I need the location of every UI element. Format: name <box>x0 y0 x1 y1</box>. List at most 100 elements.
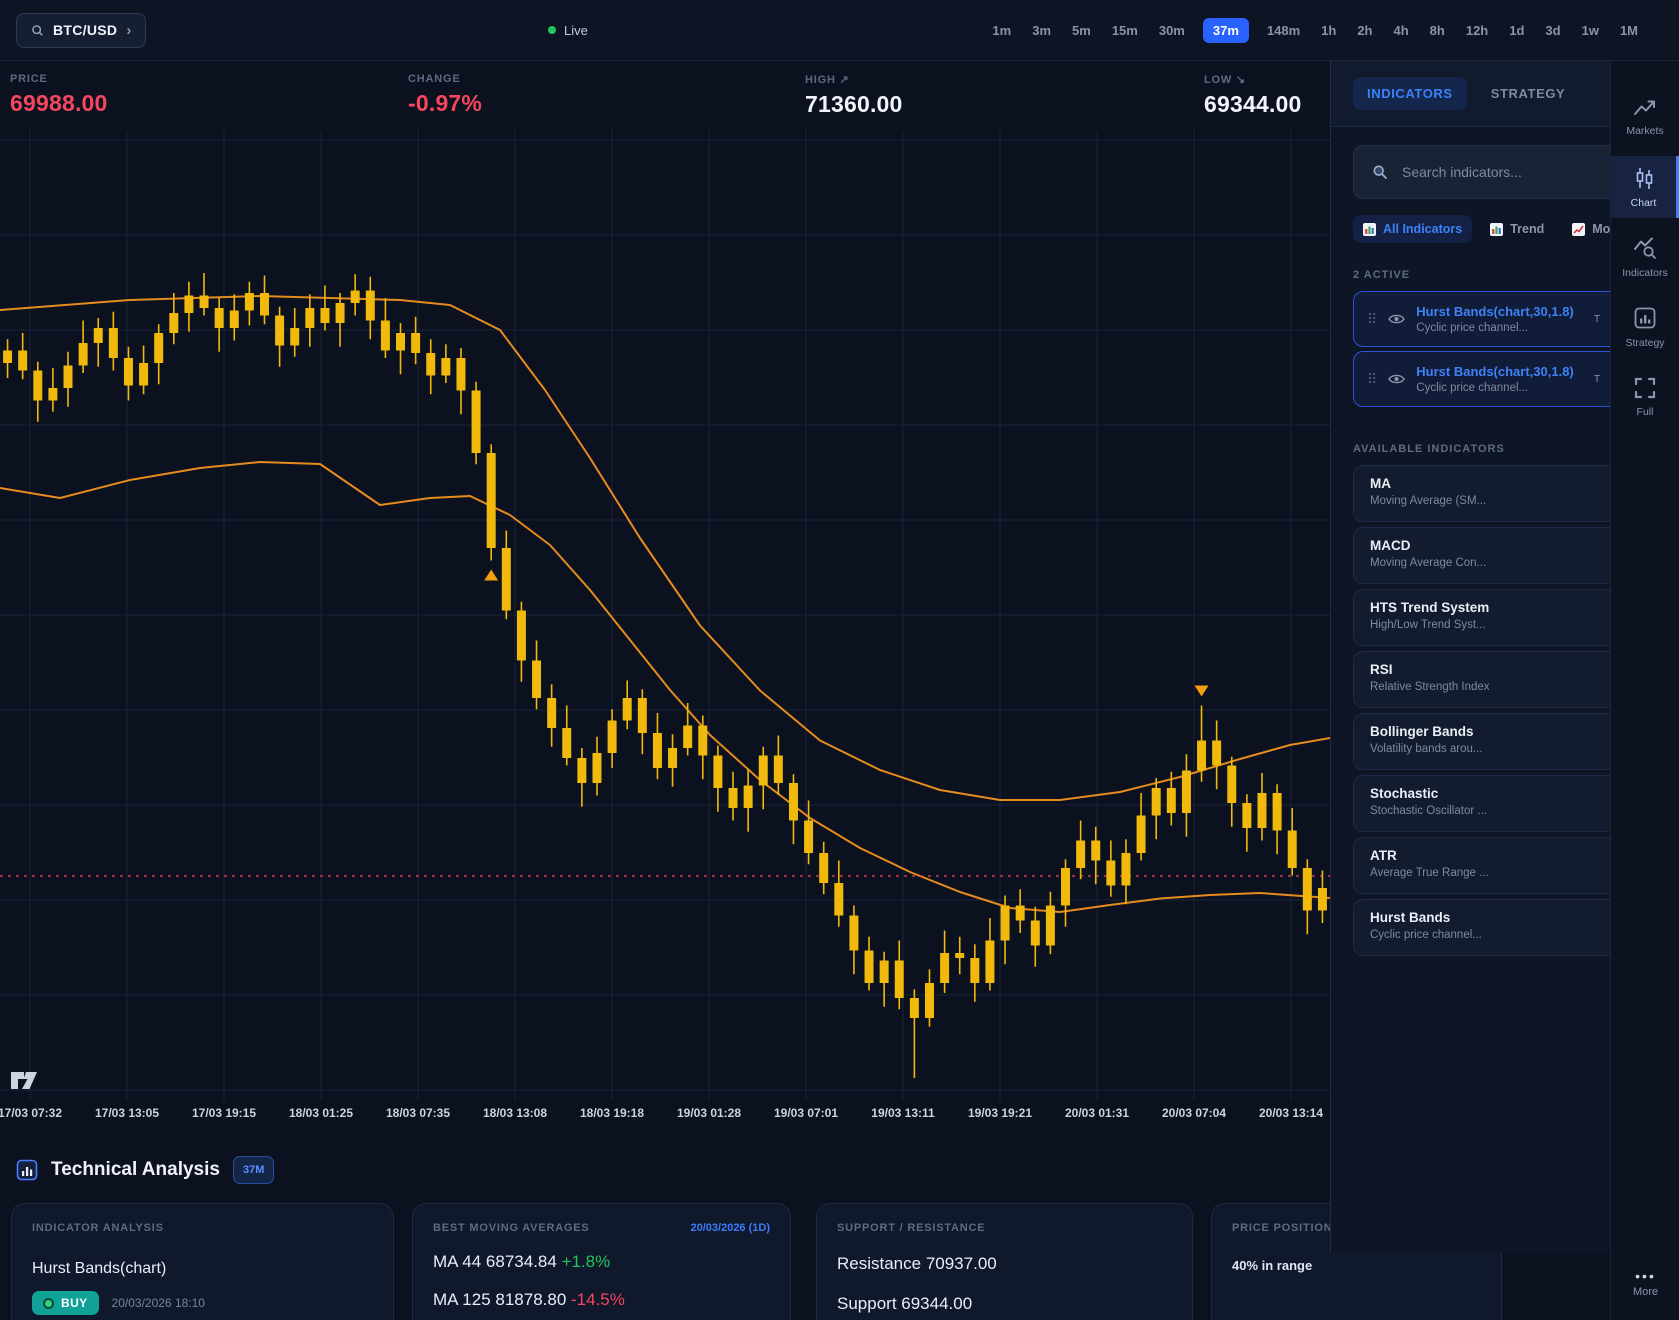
axis-tick-label: 20/03 07:04 <box>1162 1106 1226 1120</box>
axis-tick-label: 19/03 01:28 <box>677 1106 741 1120</box>
search-icon <box>1372 164 1388 180</box>
panel-tabs: INDICATORS STRATEGY <box>1331 60 1611 127</box>
timeframe-1w[interactable]: 1w <box>1579 18 1602 43</box>
sidebar-item-chart[interactable]: Chart <box>1611 156 1679 218</box>
sidebar-item-full[interactable]: Full <box>1611 366 1679 428</box>
available-indicator-atr[interactable]: ATRAverage True Range ... <box>1353 837 1611 894</box>
resistance-row: Resistance 70937.00 <box>837 1254 1172 1274</box>
bar-chart-icon <box>1363 223 1376 236</box>
available-indicators-label: AVAILABLE INDICATORS <box>1353 443 1611 455</box>
indicator-desc: Stochastic Oscillator ... <box>1370 805 1611 817</box>
ma-row: MA 125 81878.80 -14.5% <box>433 1290 770 1310</box>
indicator-analysis-card: INDICATOR ANALYSIS Hurst Bands(chart) BU… <box>11 1203 394 1320</box>
sidebar-item-markets[interactable]: Markets <box>1611 86 1679 148</box>
indicators-icon <box>1633 236 1657 260</box>
available-indicator-hts-trend-system[interactable]: HTS Trend SystemHigh/Low Trend Syst... <box>1353 589 1611 646</box>
indicator-name: RSI <box>1370 662 1611 677</box>
filter-trend[interactable]: Trend <box>1480 215 1554 243</box>
price-value: 69988.00 <box>10 90 108 117</box>
search-indicators-input[interactable]: Search indicators... <box>1353 145 1611 199</box>
moving-averages-card: BEST MOVING AVERAGES 20/03/2026 (1D) MA … <box>412 1203 791 1320</box>
available-indicator-stochastic[interactable]: Stochastic Stochastic Oscillator ... <box>1353 775 1611 832</box>
indicator-name: Stochastic <box>1370 786 1611 801</box>
timeframe-3m[interactable]: 3m <box>1029 18 1054 43</box>
timeframe-5m[interactable]: 5m <box>1069 18 1094 43</box>
markets-icon <box>1633 98 1657 118</box>
active-indicator-desc: Cyclic price channel... <box>1416 382 1574 394</box>
indicator-desc: Moving Average Con... <box>1370 557 1611 569</box>
top-bar: BTC/USD › Live 1m 3m 5m 15m 30m 37m 148m 1h 2h 4h… <box>0 0 1679 61</box>
price-label: PRICE <box>10 73 108 85</box>
ma-row: MA 44 68734.84 +1.8% <box>433 1252 770 1272</box>
signal-badge: BUY <box>32 1291 99 1315</box>
active-indicator-name: Hurst Bands(chart,30,1.8) <box>1416 364 1574 379</box>
available-indicators-list: MAMoving Average (SM... MACD Moving Averag… <box>1331 465 1611 956</box>
timeframe-3d[interactable]: 3d <box>1542 18 1563 43</box>
section-title: Technical Analysis <box>51 1159 220 1181</box>
timeframe-1h[interactable]: 1h <box>1318 18 1339 43</box>
stat-high: HIGH ↗ 71360.00 <box>805 73 903 118</box>
timeframe-1d[interactable]: 1d <box>1506 18 1527 43</box>
drag-handle-icon[interactable]: ⠿ <box>1367 372 1377 386</box>
timeframe-badge: 37M <box>233 1156 274 1184</box>
axis-tick-label: 18/03 01:25 <box>289 1106 353 1120</box>
timeframe-30m[interactable]: 30m <box>1156 18 1188 43</box>
bar-chart-icon <box>1490 223 1503 236</box>
active-indicator-name: Hurst Bands(chart,30,1.8) <box>1416 304 1574 319</box>
timeframe-148m[interactable]: 148m <box>1264 18 1303 43</box>
stat-change: CHANGE -0.97% <box>408 73 482 117</box>
indicators-panel: INDICATORS STRATEGY Search indicators...… <box>1330 60 1611 1253</box>
timeframe-37m[interactable]: 37m <box>1203 18 1249 43</box>
indicator-name: Hurst Bands(chart) <box>32 1260 373 1278</box>
live-label: Live <box>564 23 588 38</box>
high-label: HIGH ↗ <box>805 73 903 86</box>
sidebar-item-more[interactable]: ••• More <box>1611 1272 1679 1298</box>
timeframe-2h[interactable]: 2h <box>1354 18 1375 43</box>
available-indicator-macd[interactable]: MACD Moving Average Con... <box>1353 527 1611 584</box>
available-indicator-ma[interactable]: MAMoving Average (SM... <box>1353 465 1611 522</box>
search-placeholder: Search indicators... <box>1402 164 1522 180</box>
indicator-name: MACD <box>1370 538 1611 553</box>
tab-strategy[interactable]: STRATEGY <box>1491 86 1566 101</box>
sidebar-item-indicators[interactable]: Indicators <box>1611 226 1679 288</box>
indicator-desc: High/Low Trend Syst... <box>1370 619 1611 631</box>
timeframe-4h[interactable]: 4h <box>1391 18 1412 43</box>
high-value: 71360.00 <box>805 91 903 118</box>
price-chart[interactable] <box>0 130 1330 1100</box>
available-indicator-hurst-bands[interactable]: Hurst BandsCyclic price channel... <box>1353 899 1611 956</box>
timeframe-15m[interactable]: 15m <box>1109 18 1141 43</box>
sidebar-item-strategy[interactable]: Strategy <box>1611 296 1679 358</box>
indicator-desc: Relative Strength Index <box>1370 681 1611 693</box>
timeframe-8h[interactable]: 8h <box>1427 18 1448 43</box>
available-indicator-rsi[interactable]: RSI Relative Strength Index <box>1353 651 1611 708</box>
stat-low: LOW ↘ 69344.00 <box>1204 73 1302 118</box>
bar-chart-icon <box>16 1159 38 1181</box>
active-indicator-hurst-bands-2[interactable]: ⠿ Hurst Bands(chart,30,1.8) Cyclic price… <box>1353 351 1611 407</box>
timeframe-12h[interactable]: 12h <box>1463 18 1491 43</box>
indicator-desc: Average True Range ... <box>1370 867 1611 879</box>
timeframe-1m[interactable]: 1m <box>989 18 1014 43</box>
symbol-label: BTC/USD <box>53 22 117 38</box>
change-value: -0.97% <box>408 90 482 117</box>
change-label: CHANGE <box>408 73 482 85</box>
indicator-name: Hurst Bands <box>1370 910 1611 925</box>
active-count-label: 2 ACTIVE <box>1353 269 1611 281</box>
indicator-name: Bollinger Bands <box>1370 724 1611 739</box>
active-indicator-hurst-bands-1[interactable]: ⠿ Hurst Bands(chart,30,1.8) Cyclic price… <box>1353 291 1611 347</box>
fullscreen-icon <box>1634 377 1656 399</box>
tradingview-logo[interactable] <box>10 1071 38 1090</box>
tab-indicators[interactable]: INDICATORS <box>1353 77 1467 110</box>
right-sidebar: Markets Chart Indicators Strategy Full •… <box>1610 0 1679 1320</box>
axis-tick-label: 17/03 13:05 <box>95 1106 159 1120</box>
drag-handle-icon[interactable]: ⠿ <box>1367 312 1377 326</box>
strategy-icon <box>1633 306 1657 330</box>
filter-all-indicators[interactable]: All Indicators <box>1353 215 1472 243</box>
available-indicator-bollinger-bands[interactable]: Bollinger BandsVolatility bands arou... <box>1353 713 1611 770</box>
eye-icon[interactable] <box>1388 373 1405 385</box>
eye-icon[interactable] <box>1388 313 1405 325</box>
live-dot-icon <box>548 26 556 34</box>
card-header: SUPPORT / RESISTANCE <box>837 1222 1172 1234</box>
timeframe-1M[interactable]: 1M <box>1617 18 1641 43</box>
symbol-selector[interactable]: BTC/USD › <box>16 13 146 48</box>
filter-momentum[interactable]: Momentum <box>1562 215 1611 243</box>
